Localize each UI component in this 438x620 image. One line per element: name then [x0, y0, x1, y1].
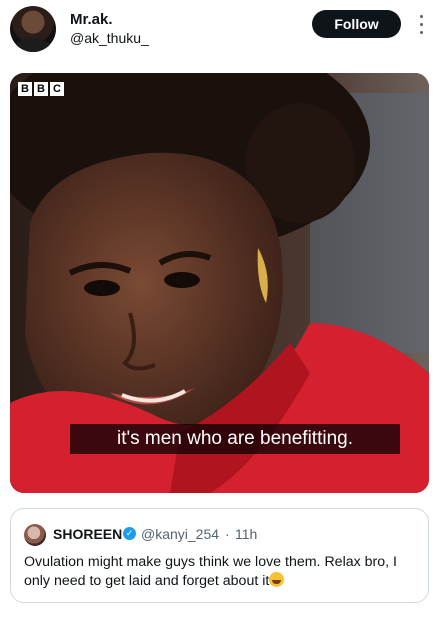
more-options-icon[interactable]: [417, 12, 425, 36]
tweet-media[interactable]: BBC it's men who are benefitting.: [10, 73, 429, 493]
quoted-tweet[interactable]: SHOREEN ✓ @kanyi_254 · 11h Ovulation mig…: [10, 508, 429, 603]
bbc-logo: BBC: [18, 82, 64, 96]
quoted-handle: @kanyi_254: [141, 526, 220, 542]
quoted-avatar[interactable]: [24, 524, 46, 546]
quoted-timestamp: 11h: [235, 526, 258, 542]
follow-button[interactable]: Follow: [312, 10, 401, 38]
author-avatar[interactable]: [10, 6, 56, 52]
quoted-text: Ovulation might make guys think we love …: [24, 554, 397, 589]
quoted-name: SHOREEN: [53, 526, 123, 542]
verified-badge-icon: ✓: [123, 527, 136, 540]
author-name[interactable]: Mr.ak.: [70, 11, 113, 28]
separator-dot: ·: [225, 526, 230, 542]
video-subtitle: it's men who are benefitting.: [70, 424, 400, 454]
grinning-sweat-emoji-icon: [269, 572, 285, 587]
author-handle[interactable]: @ak_thuku_: [70, 30, 149, 46]
